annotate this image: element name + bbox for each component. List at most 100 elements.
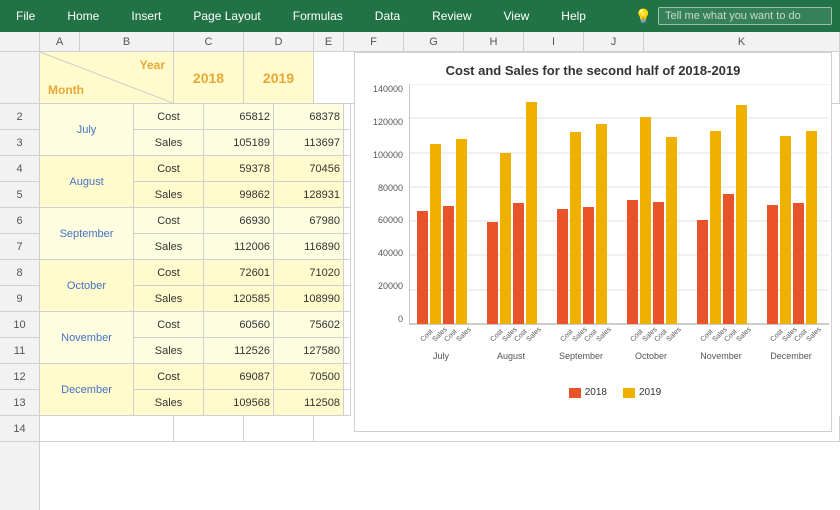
row-num-12: 12: [0, 364, 39, 390]
cell-cost-september: Cost: [134, 208, 204, 234]
legend-label-2019: 2019: [639, 387, 661, 398]
search-box[interactable]: [658, 7, 832, 25]
bar-july-sales-2019: [456, 139, 467, 324]
chart-title: Cost and Sales for the second half of 20…: [365, 63, 821, 78]
bar-dec-cost-2018: [767, 205, 778, 324]
cell-cost-december: Cost: [134, 364, 204, 390]
bar-july-cost-2019: [443, 206, 454, 324]
menu-page-layout[interactable]: Page Layout: [185, 5, 268, 27]
cell-cost-november: Cost: [134, 312, 204, 338]
y-label-80k: 80000: [365, 183, 403, 193]
row-numbers: 2 3 4 5 6 7 8 9 10 11 12 13 14: [0, 52, 40, 510]
bar-august-cost-2018: [487, 222, 498, 324]
cell-cost-2019-october: 71020: [274, 260, 344, 286]
col-header-f[interactable]: F: [344, 32, 404, 51]
col-header-b[interactable]: B: [80, 32, 174, 51]
month-september: September: [40, 208, 134, 260]
menu-formulas[interactable]: Formulas: [285, 5, 351, 27]
bar-oct-cost-2018: [627, 200, 638, 324]
col-header-c[interactable]: C: [174, 32, 244, 51]
cell-cost-2019-july: 68378: [274, 104, 344, 130]
row-num-7: 7: [0, 234, 39, 260]
cell-cost-2018-december: 69087: [204, 364, 274, 390]
cell-cost-2019-november: 75602: [274, 312, 344, 338]
svg-text:Cost: Cost: [629, 328, 644, 343]
menu-review[interactable]: Review: [424, 5, 479, 27]
bar-oct-cost-2019: [653, 202, 664, 324]
col-header-e[interactable]: E: [314, 32, 344, 51]
month-august: August: [40, 156, 134, 208]
cell-sales-july: Sales: [134, 130, 204, 156]
menu-help[interactable]: Help: [553, 5, 594, 27]
bar-oct-sales-2018: [640, 117, 651, 324]
cell-cost-july: Cost: [134, 104, 204, 130]
bar-dec-sales-2019: [806, 131, 817, 324]
menu-home[interactable]: Home: [59, 5, 107, 27]
corner-cell: [0, 32, 40, 51]
menu-file[interactable]: File: [8, 5, 43, 27]
svg-text:Cost: Cost: [419, 328, 434, 343]
cell-e6: [344, 208, 351, 234]
bar-august-sales-2018: [500, 153, 511, 324]
menu-view[interactable]: View: [496, 5, 538, 27]
bar-nov-sales-2019: [736, 105, 747, 324]
cell-sales-2019-july: 113697: [274, 130, 344, 156]
year-label: Year: [140, 58, 165, 72]
svg-text:Sales: Sales: [455, 326, 473, 344]
menu-insert[interactable]: Insert: [123, 5, 169, 27]
cell-cost-2018-november: 60560: [204, 312, 274, 338]
row-num-8: 8: [0, 260, 39, 286]
bar-july-cost-2018: [417, 211, 428, 324]
cell-e7: [344, 234, 351, 260]
cell-sales-october: Sales: [134, 286, 204, 312]
menu-search-area: 💡: [635, 7, 832, 25]
month-december: December: [40, 364, 134, 416]
row-num-14: 14: [0, 416, 39, 442]
cell-b14: [40, 416, 174, 442]
cell-sales-2019-september: 116890: [274, 234, 344, 260]
search-input[interactable]: [665, 10, 825, 22]
month-october: October: [40, 260, 134, 312]
cell-sales-november: Sales: [134, 338, 204, 364]
month-label: Month: [48, 83, 84, 97]
svg-text:Sales: Sales: [595, 326, 613, 344]
bar-august-cost-2019: [513, 203, 524, 324]
cell-e12: [344, 364, 351, 390]
cell-sales-2018-october: 120585: [204, 286, 274, 312]
cell-cost-2018-september: 66930: [204, 208, 274, 234]
cell-sales-2019-november: 127580: [274, 338, 344, 364]
cell-e9: [344, 286, 351, 312]
col-header-a[interactable]: A: [40, 32, 80, 51]
cell-sales-december: Sales: [134, 390, 204, 416]
svg-text:Cost: Cost: [699, 328, 714, 343]
legend-2018: 2018: [569, 387, 607, 398]
bar-july-sales-2018: [430, 144, 441, 324]
cell-d14: [244, 416, 314, 442]
chart-area: Cost and Sales for the second half of 20…: [354, 52, 832, 432]
col-header-d[interactable]: D: [244, 32, 314, 51]
legend-2019: 2019: [623, 387, 661, 398]
col-header-i[interactable]: I: [524, 32, 584, 51]
col-header-h[interactable]: H: [464, 32, 524, 51]
legend-color-2019: [623, 388, 635, 398]
menu-data[interactable]: Data: [367, 5, 408, 27]
cell-cost-2019-december: 70500: [274, 364, 344, 390]
cell-sales-september: Sales: [134, 234, 204, 260]
y-label-60k: 60000: [365, 215, 403, 225]
col-header-k[interactable]: K: [644, 32, 840, 51]
cell-cost-2019-september: 67980: [274, 208, 344, 234]
cell-cost-august: Cost: [134, 156, 204, 182]
diagonal-header-cell: Year Month: [40, 52, 174, 104]
cell-cost-2018-august: 59378: [204, 156, 274, 182]
col-header-j[interactable]: J: [584, 32, 644, 51]
row-num-10: 10: [0, 312, 39, 338]
cell-sales-2018-july: 105189: [204, 130, 274, 156]
cell-e2: [344, 104, 351, 130]
y-label-140k: 140000: [365, 84, 403, 94]
col-header-g[interactable]: G: [404, 32, 464, 51]
svg-text:July: July: [433, 351, 450, 361]
cell-cost-2018-october: 72601: [204, 260, 274, 286]
cell-e11: [344, 338, 351, 364]
bar-sep-sales-2018: [570, 132, 581, 324]
month-november: November: [40, 312, 134, 364]
